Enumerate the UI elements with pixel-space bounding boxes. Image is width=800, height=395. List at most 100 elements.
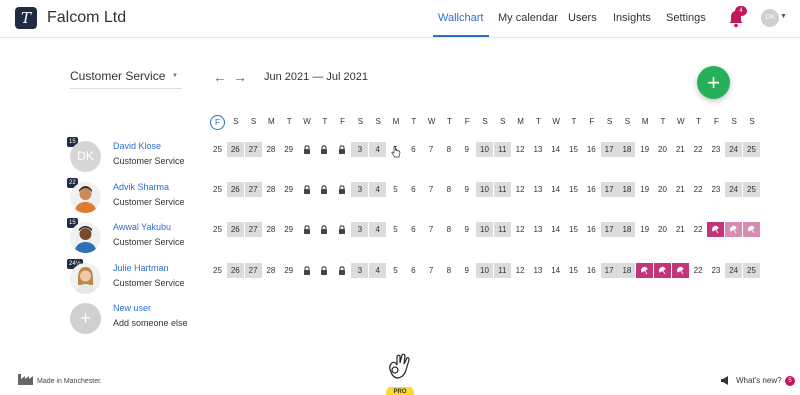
day-cell[interactable]: 20: [654, 222, 671, 237]
day-cell[interactable]: 27: [244, 142, 262, 157]
person-name[interactable]: Awwal Yakubu: [113, 222, 171, 232]
day-cell[interactable]: 11: [493, 182, 511, 197]
day-cell[interactable]: 25: [209, 182, 226, 197]
nav-my-calendar[interactable]: My calendar: [498, 12, 558, 24]
day-cell[interactable]: 25: [743, 182, 760, 197]
day-cell[interactable]: 14: [547, 222, 564, 237]
day-cell[interactable]: 16: [583, 142, 600, 157]
day-cell[interactable]: 14: [547, 142, 564, 157]
lock-icon[interactable]: [298, 263, 315, 278]
day-cell[interactable]: 21: [672, 222, 689, 237]
day-cell[interactable]: 22: [690, 263, 707, 278]
day-cell[interactable]: 20: [654, 182, 671, 197]
day-cell[interactable]: 13: [529, 263, 546, 278]
day-cell[interactable]: 26: [226, 142, 244, 157]
day-cell[interactable]: 21: [672, 142, 689, 157]
lock-icon[interactable]: [334, 182, 351, 197]
day-cell[interactable]: 9: [458, 182, 475, 197]
day-cell[interactable]: 3: [351, 222, 369, 237]
day-cell[interactable]: 26: [226, 263, 244, 278]
day-cell[interactable]: 4: [369, 182, 387, 197]
day-cell[interactable]: 6: [405, 263, 422, 278]
day-cell[interactable]: 20: [654, 142, 671, 157]
day-cell[interactable]: 11: [493, 142, 511, 157]
day-cell[interactable]: 5: [387, 263, 404, 278]
day-cell[interactable]: 28: [262, 222, 279, 237]
day-cell[interactable]: 29: [280, 142, 297, 157]
day-cell[interactable]: 25: [743, 263, 760, 278]
day-cell[interactable]: 7: [423, 142, 440, 157]
day-cell[interactable]: 28: [262, 182, 279, 197]
next-arrow-icon[interactable]: →: [233, 70, 247, 84]
day-cell[interactable]: 27: [244, 263, 262, 278]
lock-icon[interactable]: [316, 142, 333, 157]
day-cell[interactable]: 25: [209, 263, 226, 278]
new-user-link[interactable]: New user: [113, 303, 151, 313]
day-cell[interactable]: 12: [512, 263, 529, 278]
day-cell[interactable]: 5: [387, 182, 404, 197]
team-dropdown[interactable]: Customer Service ▼: [70, 69, 182, 89]
day-cell[interactable]: 8: [440, 222, 457, 237]
day-cell[interactable]: 23: [707, 263, 724, 278]
day-cell[interactable]: 3: [351, 263, 369, 278]
lock-icon[interactable]: [334, 222, 351, 237]
add-leave-button[interactable]: +: [697, 66, 730, 99]
day-cell[interactable]: 17: [600, 142, 618, 157]
prev-arrow-icon[interactable]: ←: [213, 70, 227, 84]
chevron-down-icon[interactable]: ▼: [780, 13, 787, 20]
day-cell[interactable]: 23: [707, 142, 724, 157]
day-cell[interactable]: 10: [476, 222, 493, 237]
day-cell[interactable]: 24: [725, 182, 743, 197]
leave-cell[interactable]: [671, 263, 689, 278]
nav-users[interactable]: Users: [568, 12, 597, 24]
day-cell[interactable]: 23: [707, 182, 724, 197]
lock-icon[interactable]: [334, 263, 351, 278]
day-cell[interactable]: 12: [512, 142, 529, 157]
day-cell[interactable]: 24: [725, 263, 743, 278]
day-cell[interactable]: 28: [262, 263, 279, 278]
day-cell[interactable]: 22: [690, 222, 707, 237]
day-cell[interactable]: 21: [672, 182, 689, 197]
user-avatar[interactable]: DK: [761, 9, 779, 27]
day-cell[interactable]: 14: [547, 263, 564, 278]
lock-icon[interactable]: [298, 182, 315, 197]
day-cell[interactable]: 17: [600, 263, 618, 278]
leave-cell[interactable]: [636, 263, 654, 278]
day-cell[interactable]: 25: [209, 142, 226, 157]
day-cell[interactable]: 7: [423, 182, 440, 197]
day-cell[interactable]: 4: [369, 222, 387, 237]
lock-icon[interactable]: [298, 222, 315, 237]
day-cell[interactable]: 19: [636, 142, 653, 157]
day-cell[interactable]: 9: [458, 142, 475, 157]
person-name[interactable]: Julie Hartman: [113, 263, 169, 273]
day-cell[interactable]: 4: [369, 263, 387, 278]
day-cell[interactable]: 29: [280, 263, 297, 278]
leave-cell[interactable]: [725, 222, 743, 237]
day-cell[interactable]: 13: [529, 142, 546, 157]
day-cell[interactable]: 16: [583, 263, 600, 278]
day-cell[interactable]: 11: [493, 263, 511, 278]
day-cell[interactable]: 26: [226, 222, 244, 237]
person-name[interactable]: Advik Sharma: [113, 182, 169, 192]
day-cell[interactable]: 14: [547, 182, 564, 197]
day-cell[interactable]: 8: [440, 142, 457, 157]
day-cell[interactable]: 25: [743, 142, 760, 157]
day-cell[interactable]: 18: [618, 142, 636, 157]
day-cell[interactable]: 9: [458, 263, 475, 278]
day-cell[interactable]: 9: [458, 222, 475, 237]
day-cell[interactable]: 29: [280, 182, 297, 197]
day-cell[interactable]: 8: [440, 182, 457, 197]
day-cell[interactable]: 7: [423, 263, 440, 278]
avatar[interactable]: [70, 263, 101, 294]
day-cell[interactable]: 13: [529, 222, 546, 237]
day-cell[interactable]: 16: [583, 182, 600, 197]
day-cell[interactable]: 8: [440, 263, 457, 278]
day-cell[interactable]: 19: [636, 182, 653, 197]
leave-cell[interactable]: [707, 222, 725, 237]
day-cell[interactable]: 6: [405, 222, 422, 237]
lock-icon[interactable]: [316, 263, 333, 278]
day-cell[interactable]: 16: [583, 222, 600, 237]
day-cell[interactable]: 27: [244, 182, 262, 197]
day-cell[interactable]: 10: [476, 142, 493, 157]
lock-icon[interactable]: [316, 222, 333, 237]
